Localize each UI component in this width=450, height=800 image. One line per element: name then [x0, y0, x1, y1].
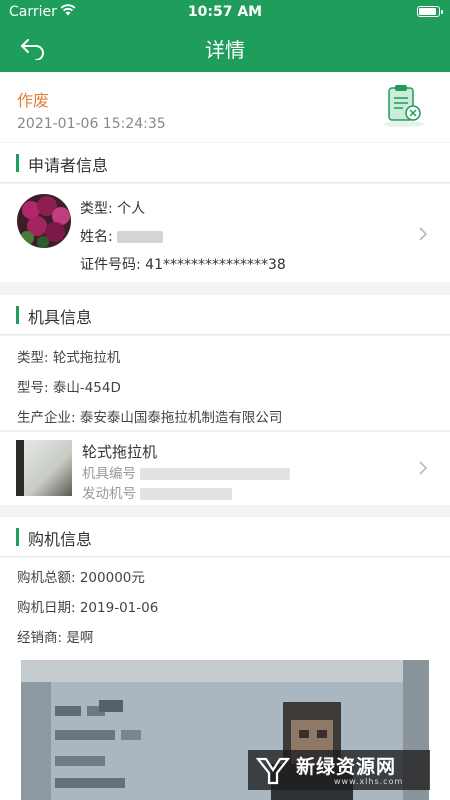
watermark-url: www.xlhs.com: [334, 777, 404, 786]
chevron-right-icon: [419, 461, 428, 475]
name-label: 姓名:: [80, 229, 113, 245]
cancelled-document-icon: [384, 85, 424, 127]
machine-details: 类型: 轮式拖拉机 型号: 泰山-454D 生产企业: 泰安泰山国泰拖拉机制造有…: [0, 336, 450, 430]
machine-section-header: 机具信息: [0, 295, 450, 335]
purchase-date: 购机日期: 2019-01-06: [17, 600, 159, 616]
engine-number-row: 发动机号: [82, 482, 233, 502]
machine-section-title: 机具信息: [28, 308, 93, 327]
avatar: [17, 194, 71, 248]
purchase-section-title: 购机信息: [28, 530, 93, 549]
status-badge: 作废: [17, 91, 50, 110]
redacted-engine-number: [140, 488, 233, 500]
machine-serial-row: 机具编号: [82, 462, 291, 482]
id-value: 41***************38: [145, 257, 286, 273]
purchase-total: 购机总额: 200000元: [17, 570, 145, 586]
section-accent-bar: [16, 528, 19, 546]
applicant-type: 类型: 个人: [80, 201, 146, 217]
machine-thumbnail: [16, 440, 72, 496]
machine-model: 型号: 泰山-454D: [17, 380, 121, 396]
watermark-name: 新绿资源网: [296, 756, 397, 778]
chevron-right-icon: [419, 227, 428, 241]
record-timestamp: 2021-01-06 15:24:35: [17, 116, 166, 132]
applicant-card[interactable]: 类型: 个人 姓名: 证件号码: 41***************38: [0, 184, 450, 282]
engine-label: 发动机号: [82, 486, 136, 502]
machine-item-title: 轮式拖拉机: [82, 443, 158, 461]
redacted-name: [117, 231, 164, 243]
serial-label: 机具编号: [82, 466, 136, 482]
applicant-section-title: 申请者信息: [28, 156, 109, 175]
applicant-section-header: 申请者信息: [0, 143, 450, 183]
purchase-dealer: 经销商: 是啊: [17, 630, 94, 646]
applicant-id-row: 证件号码: 41***************38: [80, 254, 286, 274]
machine-item[interactable]: 轮式拖拉机 机具编号 发动机号: [0, 431, 450, 505]
clock: 10:57 AM: [187, 4, 263, 20]
battery-icon: [417, 6, 443, 17]
site-watermark: 新绿资源网 www.xlhs.com: [248, 750, 430, 790]
app-header: Carrier 10:57 AM 详情: [0, 0, 450, 72]
record-status-card: 作废 2021-01-06 15:24:35: [0, 72, 450, 142]
page-title: 详情: [205, 38, 245, 62]
purchase-section-header: 购机信息: [0, 517, 450, 557]
watermark-logo-icon: [256, 757, 290, 785]
status-bar: Carrier 10:57 AM: [0, 0, 450, 24]
machine-type: 类型: 轮式拖拉机: [17, 350, 121, 366]
id-label: 证件号码:: [80, 257, 141, 273]
section-accent-bar: [16, 154, 19, 172]
applicant-name-row: 姓名:: [80, 226, 164, 246]
section-accent-bar: [16, 306, 19, 324]
redacted-serial: [140, 468, 291, 480]
machine-manufacturer: 生产企业: 泰安泰山国泰拖拉机制造有限公司: [17, 410, 283, 426]
navigation-bar: 详情: [0, 24, 450, 72]
